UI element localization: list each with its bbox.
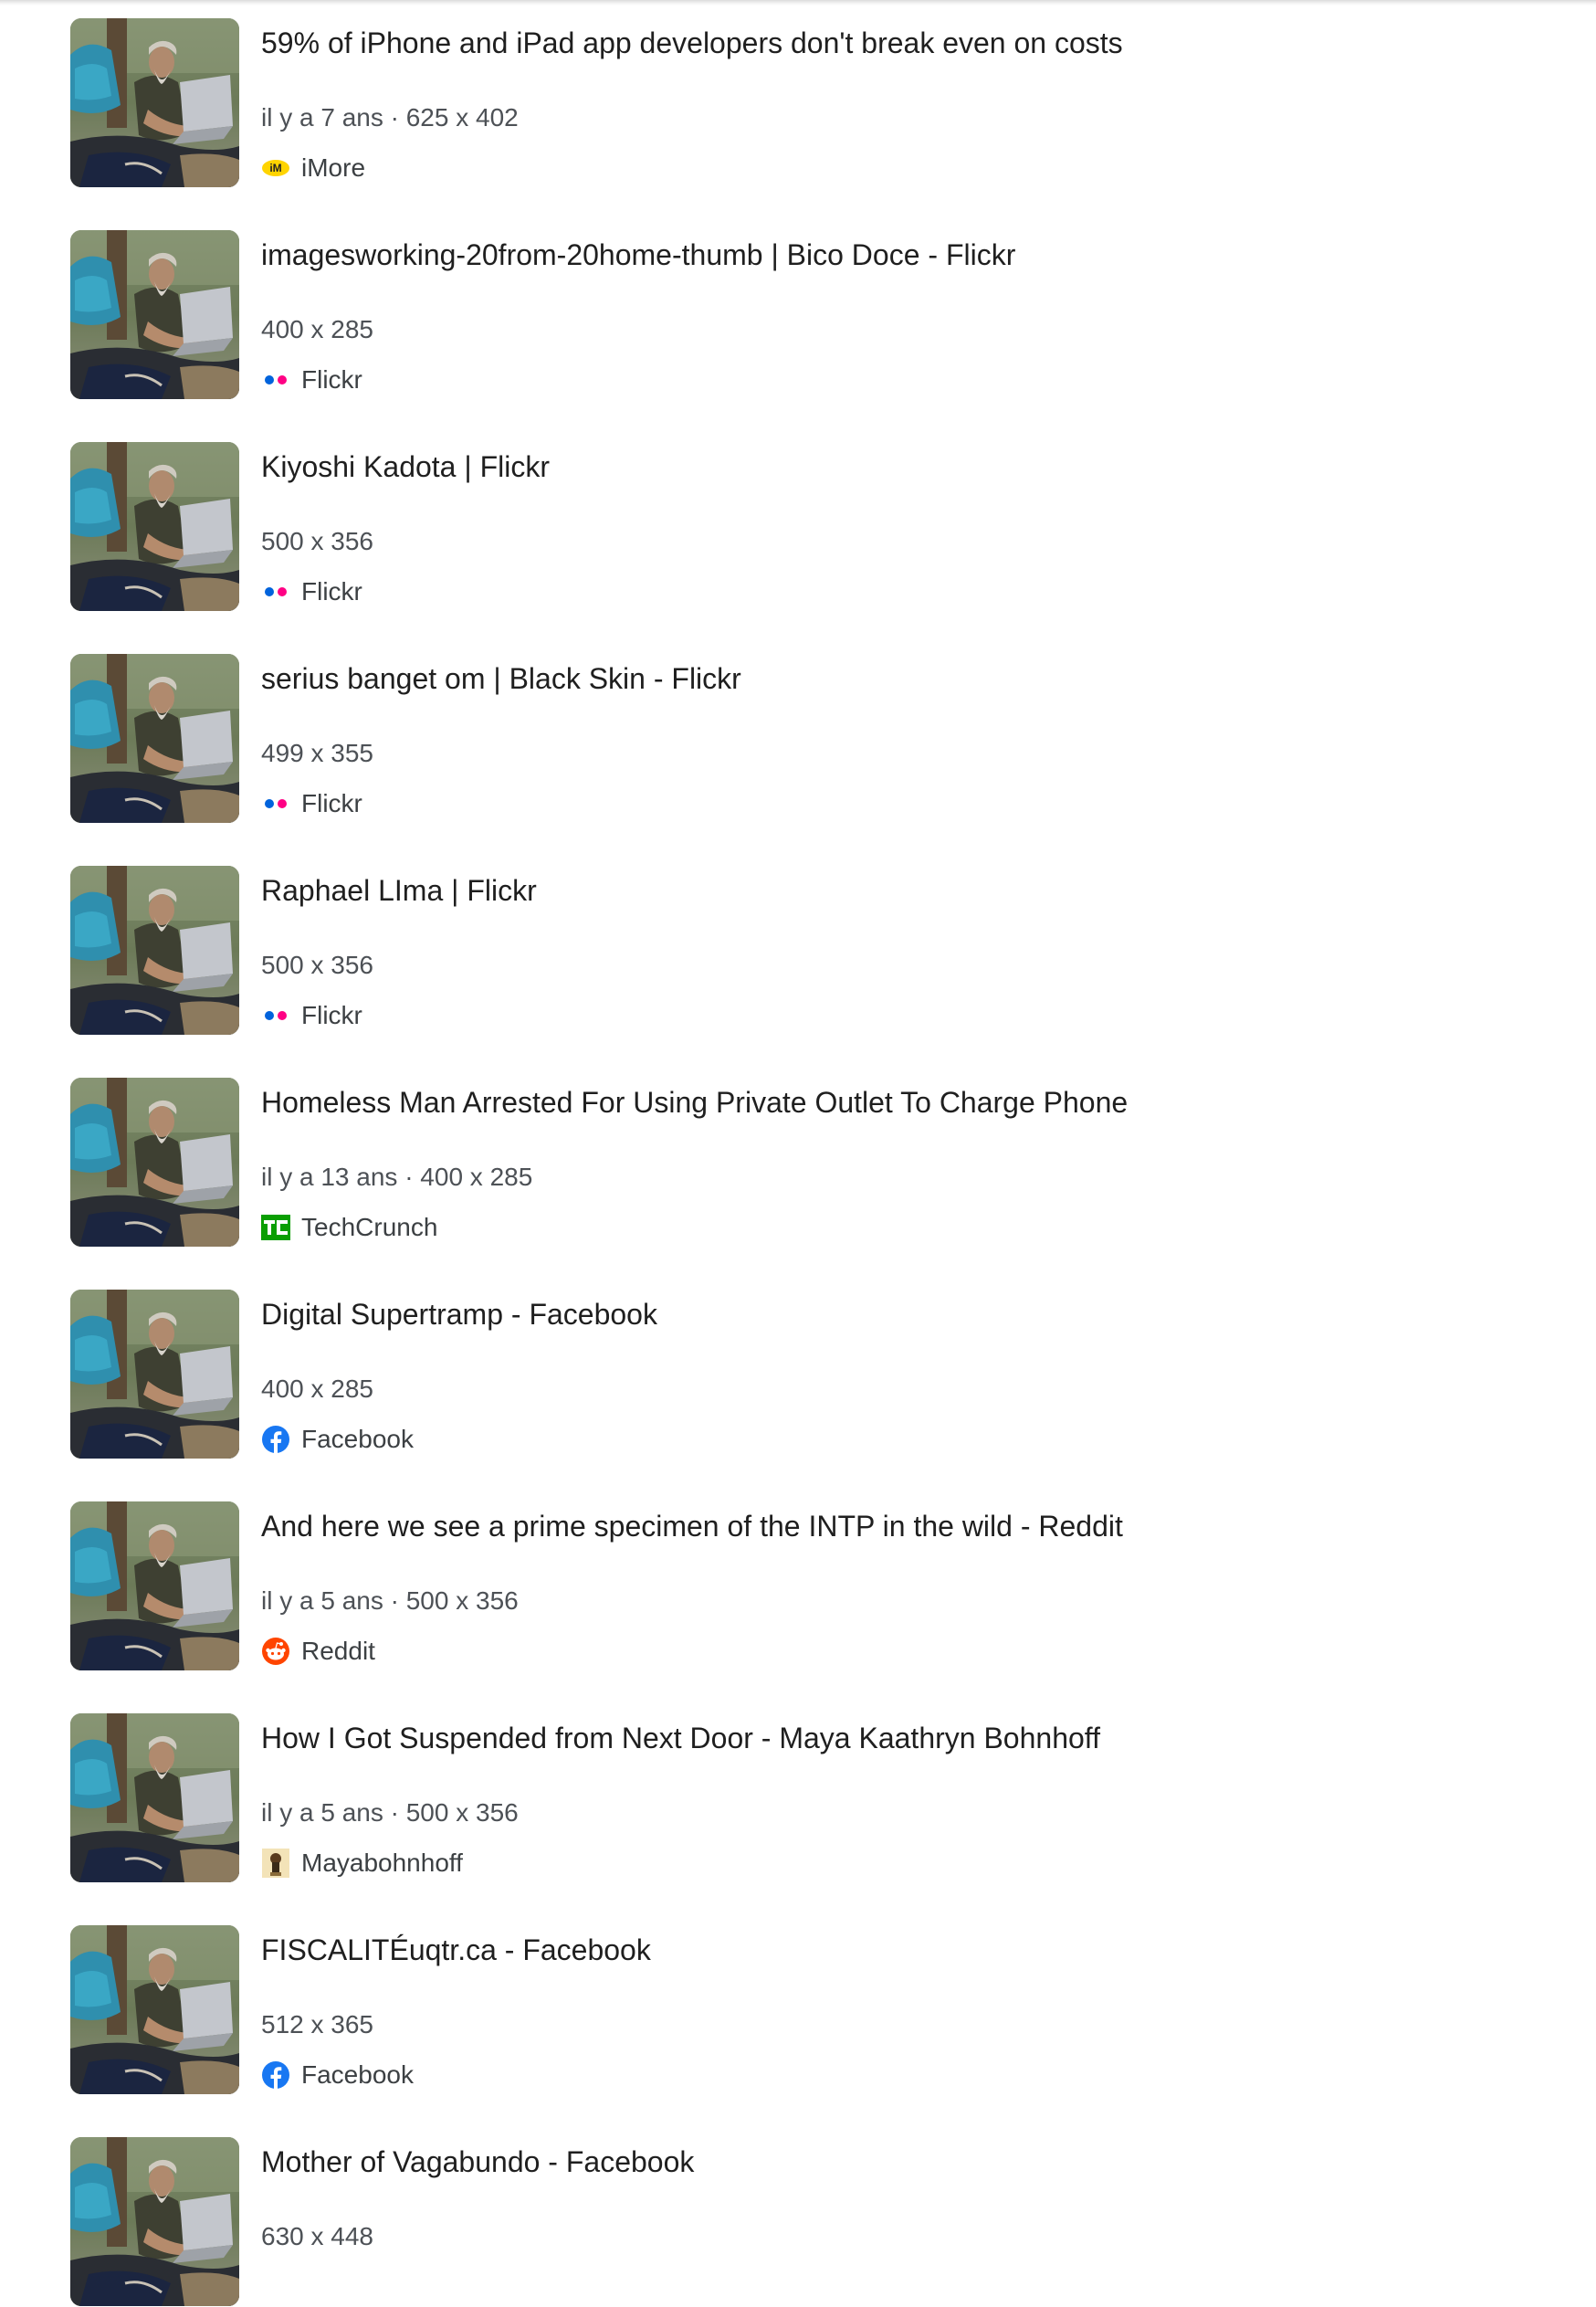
result-source[interactable]: Flickr	[261, 576, 362, 607]
result-source-label: Reddit	[301, 1637, 375, 1665]
imore-logo-icon: iM	[261, 153, 290, 183]
result-item[interactable]: Kiyoshi Kadota | Flickr 500 x 356 Flickr	[70, 442, 1531, 612]
result-source-label: Flickr	[301, 577, 362, 606]
result-thumbnail[interactable]	[70, 1290, 239, 1459]
result-item[interactable]: Homeless Man Arrested For Using Private …	[70, 1078, 1531, 1248]
result-source[interactable]: Flickr	[261, 1000, 362, 1031]
result-title[interactable]: Mother of Vagabundo - Facebook	[261, 2144, 694, 2179]
result-title[interactable]: serius banget om | Black Skin - Flickr	[261, 661, 741, 696]
result-title[interactable]: 59% of iPhone and iPad app developers do…	[261, 26, 1123, 60]
result-source-label: TechCrunch	[301, 1213, 438, 1241]
result-meta: 400 x 285	[261, 315, 373, 343]
reddit-logo-icon	[261, 1637, 290, 1666]
result-meta: il y a 5 ans · 500 x 356	[261, 1798, 519, 1827]
result-source[interactable]: Facebook	[261, 2059, 414, 2091]
result-thumbnail[interactable]	[70, 18, 239, 187]
result-title[interactable]: imagesworking-20from-20home-thumb | Bico…	[261, 237, 1015, 272]
result-meta: 512 x 365	[261, 2010, 373, 2038]
result-meta: il y a 5 ans · 500 x 356	[261, 1586, 519, 1615]
result-thumbnail[interactable]	[70, 230, 239, 399]
result-thumbnail[interactable]	[70, 866, 239, 1035]
result-thumbnail[interactable]	[70, 1925, 239, 2094]
result-thumbnail[interactable]	[70, 442, 239, 611]
result-source-label: Flickr	[301, 365, 362, 394]
facebook-logo-icon	[261, 1425, 290, 1454]
mayabohnhoff-logo-icon	[261, 1849, 290, 1878]
result-item[interactable]: 59% of iPhone and iPad app developers do…	[70, 18, 1531, 188]
result-item[interactable]: FISCALITÉuqtr.ca - Facebook 512 x 365 Fa…	[70, 1925, 1531, 2095]
result-item[interactable]: How I Got Suspended from Next Door - May…	[70, 1713, 1531, 1883]
result-title[interactable]: Homeless Man Arrested For Using Private …	[261, 1085, 1128, 1120]
result-source[interactable]: iM iMore	[261, 153, 365, 184]
flickr-logo-icon	[261, 789, 290, 818]
svg-text:iM: iM	[269, 162, 281, 174]
result-meta: il y a 13 ans · 400 x 285	[261, 1163, 533, 1191]
techcrunch-logo-icon	[261, 1213, 290, 1242]
flickr-logo-icon	[261, 365, 290, 395]
result-meta: il y a 7 ans · 625 x 402	[261, 103, 519, 132]
result-source-label: Facebook	[301, 2060, 414, 2089]
result-item[interactable]: Raphael LIma | Flickr 500 x 356 Flickr	[70, 866, 1531, 1036]
result-title[interactable]: Kiyoshi Kadota | Flickr	[261, 449, 550, 484]
result-source-label: Mayabohnhoff	[301, 1849, 463, 1877]
result-meta: 499 x 355	[261, 739, 373, 767]
result-title[interactable]: And here we see a prime specimen of the …	[261, 1509, 1123, 1543]
result-title[interactable]: How I Got Suspended from Next Door - May…	[261, 1721, 1100, 1755]
result-source[interactable]: Flickr	[261, 788, 362, 819]
result-title[interactable]: FISCALITÉuqtr.ca - Facebook	[261, 1933, 651, 1967]
flickr-logo-icon	[261, 1001, 290, 1030]
result-meta: 500 x 356	[261, 527, 373, 555]
result-source-label: Facebook	[301, 1425, 414, 1453]
result-source-label: Flickr	[301, 1001, 362, 1029]
result-source[interactable]: TechCrunch	[261, 1212, 437, 1243]
result-meta: 400 x 285	[261, 1375, 373, 1403]
result-thumbnail[interactable]	[70, 1501, 239, 1670]
result-source[interactable]: Mayabohnhoff	[261, 1848, 463, 1879]
result-item[interactable]: Mother of Vagabundo - Facebook 630 x 448	[70, 2137, 1531, 2307]
image-results-list: 59% of iPhone and iPad app developers do…	[0, 0, 1596, 2306]
result-source[interactable]: Flickr	[261, 364, 362, 395]
result-thumbnail[interactable]	[70, 2137, 239, 2306]
facebook-logo-icon	[261, 2060, 290, 2090]
result-source[interactable]: Facebook	[261, 1424, 414, 1455]
result-meta: 630 x 448	[261, 2222, 373, 2250]
result-source-label: Flickr	[301, 789, 362, 817]
result-title[interactable]: Raphael LIma | Flickr	[261, 873, 537, 908]
result-thumbnail[interactable]	[70, 654, 239, 823]
result-thumbnail[interactable]	[70, 1078, 239, 1247]
flickr-logo-icon	[261, 577, 290, 606]
result-meta: 500 x 356	[261, 951, 373, 979]
result-source[interactable]: Reddit	[261, 1636, 375, 1667]
result-title[interactable]: Digital Supertramp - Facebook	[261, 1297, 657, 1332]
result-thumbnail[interactable]	[70, 1713, 239, 1882]
result-item[interactable]: serius banget om | Black Skin - Flickr 4…	[70, 654, 1531, 824]
result-item[interactable]: And here we see a prime specimen of the …	[70, 1501, 1531, 1671]
result-item[interactable]: Digital Supertramp - Facebook 400 x 285 …	[70, 1290, 1531, 1459]
result-item[interactable]: imagesworking-20from-20home-thumb | Bico…	[70, 230, 1531, 400]
result-source-label: iMore	[301, 153, 366, 182]
